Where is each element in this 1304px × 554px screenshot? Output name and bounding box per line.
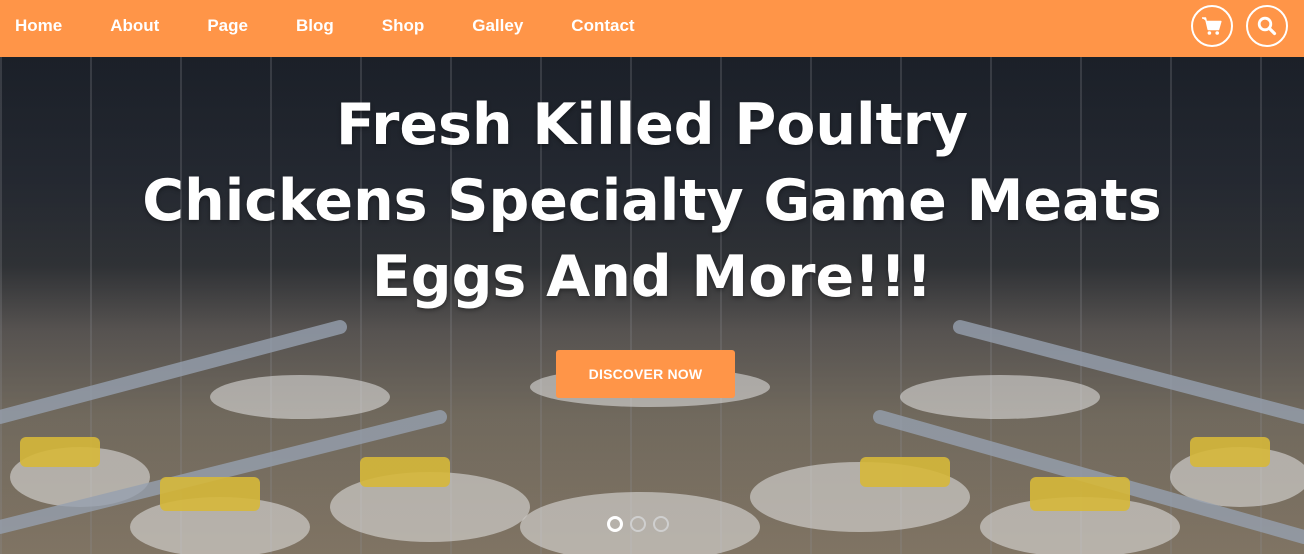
nav-link-about[interactable]: About — [110, 16, 159, 36]
hero-title-line-1: Fresh Killed Poultry — [335, 92, 969, 158]
search-icon — [1257, 16, 1277, 36]
slider-dot-1[interactable] — [607, 516, 623, 532]
nav-link-page[interactable]: Page — [207, 16, 248, 36]
nav-link-galley[interactable]: Galley — [472, 16, 523, 36]
hero-title: Fresh Killed Poultry Chickens Specialty … — [0, 87, 1304, 315]
nav-link-contact[interactable]: Contact — [571, 16, 634, 36]
slider-dot-2[interactable] — [630, 516, 646, 532]
slider-dots — [607, 516, 676, 532]
hero-banner: Fresh Killed Poultry Chickens Specialty … — [0, 57, 1304, 554]
hero-title-line-2: Chickens Specialty Game Meats — [142, 168, 1162, 234]
discover-now-button[interactable]: DISCOVER NOW — [556, 350, 735, 398]
cart-button[interactable] — [1191, 5, 1233, 47]
nav-link-blog[interactable]: Blog — [296, 16, 334, 36]
hero-title-line-3: Eggs And More!!! — [371, 244, 933, 310]
navbar: Home About Page Blog Shop Galley Contact — [0, 0, 1304, 57]
search-button[interactable] — [1246, 5, 1288, 47]
main-nav: Home About Page Blog Shop Galley Contact — [15, 0, 683, 52]
nav-icon-group — [1178, 5, 1288, 47]
slider-dot-3[interactable] — [653, 516, 669, 532]
nav-link-shop[interactable]: Shop — [382, 16, 425, 36]
nav-link-home[interactable]: Home — [15, 16, 62, 36]
cart-icon — [1202, 17, 1222, 35]
